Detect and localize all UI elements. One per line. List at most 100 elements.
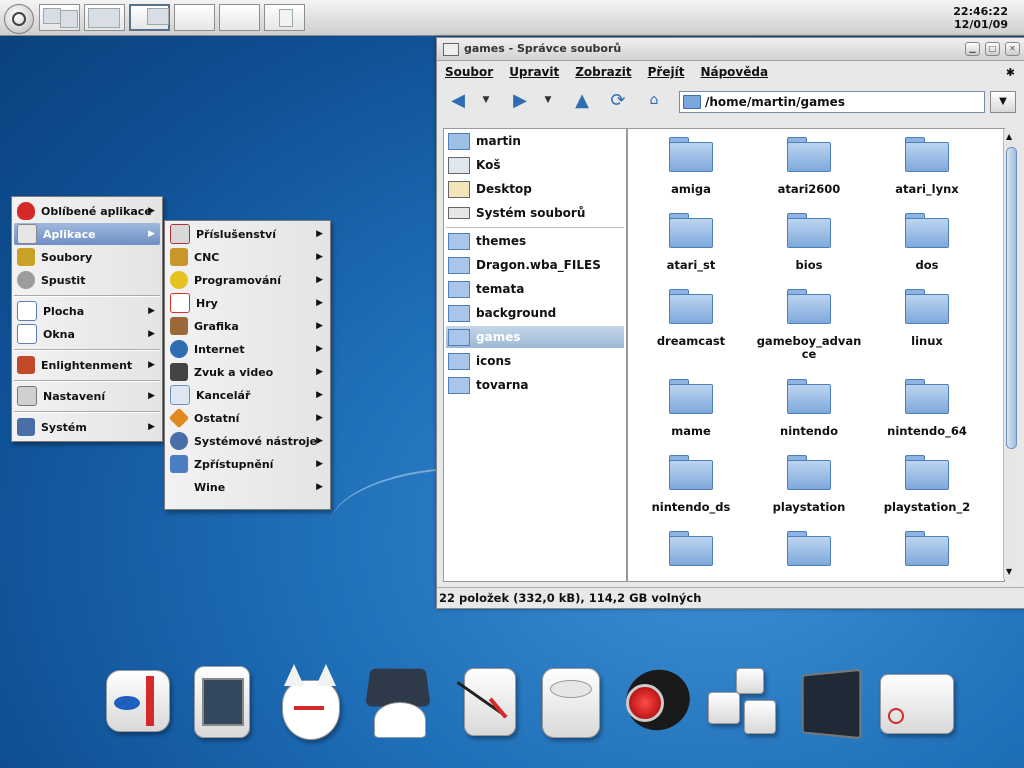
folder-icon	[905, 455, 949, 490]
up-button[interactable]: ▲	[569, 88, 595, 112]
menu-view[interactable]: Zobrazit	[567, 61, 639, 83]
file-item[interactable]: linux	[868, 289, 986, 361]
webcam-app-icon[interactable]	[617, 660, 699, 742]
file-item[interactable]: dos	[868, 213, 986, 285]
pager-desktop-6[interactable]	[264, 4, 305, 31]
file-item[interactable]: bios	[750, 213, 868, 285]
file-item[interactable]: amiga	[632, 137, 750, 209]
file-item[interactable]: gameboy_advance	[750, 289, 868, 361]
file-item[interactable]: atari_lynx	[868, 137, 986, 209]
menu-item-settings[interactable]: Nastavení ▶	[14, 385, 160, 407]
menu-go[interactable]: Přejít	[640, 61, 693, 83]
file-item[interactable]	[632, 531, 750, 581]
back-history-dropdown[interactable]: ▼	[479, 88, 493, 112]
terminal-app-icon[interactable]	[794, 662, 868, 742]
file-item[interactable]	[750, 531, 868, 581]
menu-item-windows[interactable]: Okna ▶	[14, 323, 160, 345]
side-item-tovarna[interactable]: tovarna	[446, 374, 624, 396]
pager-desktop-1[interactable]	[39, 4, 80, 31]
file-item[interactable]: dreamcast	[632, 289, 750, 361]
start-button[interactable]	[4, 4, 34, 34]
submenu-item-accessibility[interactable]: Zpřístupnění ▶	[167, 453, 328, 475]
submenu-item-sound-video[interactable]: Zvuk a video ▶	[167, 361, 328, 383]
minimize-button[interactable]: ▁	[965, 42, 980, 56]
submenu-item-cnc[interactable]: CNC ▶	[167, 246, 328, 268]
maximize-button[interactable]: □	[985, 42, 1000, 56]
side-item-games[interactable]: games	[446, 326, 624, 348]
pager-desktop-2[interactable]	[84, 4, 125, 31]
home-button[interactable]: ⌂	[641, 88, 667, 112]
media-player-app-icon[interactable]	[536, 662, 610, 742]
submenu-item-internet[interactable]: Internet ▶	[167, 338, 328, 360]
menu-item-favorites[interactable]: Oblíbené aplikace ▶	[14, 200, 160, 222]
drive-app-icon[interactable]	[880, 662, 954, 742]
desktop-folder-icon	[448, 180, 470, 198]
file-item[interactable]: atari_st	[632, 213, 750, 285]
submenu-item-system-tools[interactable]: Systémové nástroje ▶	[167, 430, 328, 452]
windows-icon	[17, 324, 37, 344]
icon-view-scrollbar[interactable]: ▲ ▼	[1003, 129, 1018, 579]
side-item-themes[interactable]: themes	[446, 230, 624, 252]
submenu-item-games[interactable]: Hry ▶	[167, 292, 328, 314]
submenu-item-graphics[interactable]: Grafika ▶	[167, 315, 328, 337]
fox-mask-app-icon[interactable]	[276, 662, 350, 742]
file-item[interactable]	[868, 531, 986, 581]
clock[interactable]: 22:46:22 12/01/09	[953, 5, 1008, 31]
scroll-up-arrow-icon[interactable]: ▲	[1006, 132, 1012, 141]
file-icon-view: amiga atari2600 atari_lynx atari_st bios…	[627, 128, 1005, 582]
side-item-martin[interactable]: martin	[446, 130, 624, 152]
side-item-desktop[interactable]: Desktop	[446, 178, 624, 200]
menu-item-files[interactable]: Soubory	[14, 246, 160, 268]
accessories-icon	[170, 224, 190, 244]
file-item[interactable]: playstation	[750, 455, 868, 527]
side-item-dragon[interactable]: Dragon.wba_FILES	[446, 254, 624, 276]
side-item-icons[interactable]: icons	[446, 350, 624, 372]
file-item[interactable]: atari2600	[750, 137, 868, 209]
menu-item-system[interactable]: Systém ▶	[14, 416, 160, 438]
file-item[interactable]: nintendo_ds	[632, 455, 750, 527]
submenu-item-office[interactable]: Kancelář ▶	[167, 384, 328, 406]
menu-edit[interactable]: Upravit	[501, 61, 567, 83]
clock-time: 22:46:22	[953, 5, 1008, 18]
window-menubar: Soubor Upravit Zobrazit Přejít Nápověda …	[437, 61, 1024, 83]
submenu-item-other[interactable]: Ostatní ▶	[167, 407, 328, 429]
menu-item-applications[interactable]: Aplikace ▶	[14, 223, 160, 245]
pie-lamp-app-icon[interactable]	[364, 662, 438, 742]
file-item[interactable]: nintendo_64	[868, 379, 986, 451]
cubes-app-icon[interactable]	[706, 662, 780, 742]
side-item-background[interactable]: background	[446, 302, 624, 324]
reload-button[interactable]: ⟳	[605, 88, 631, 112]
pager-desktop-4[interactable]	[174, 4, 215, 31]
clock-app-icon[interactable]	[452, 662, 526, 742]
menu-file[interactable]: Soubor	[437, 61, 501, 83]
forward-history-dropdown[interactable]: ▼	[541, 88, 555, 112]
pager-desktop-3[interactable]	[129, 4, 170, 31]
side-item-filesystem[interactable]: Systém souborů	[446, 202, 624, 224]
pager-desktop-5[interactable]	[219, 4, 260, 31]
enlightenment-icon	[17, 356, 35, 374]
menu-item-enlightenment[interactable]: Enlightenment ▶	[14, 354, 160, 376]
scroll-down-arrow-icon[interactable]: ▼	[1006, 567, 1012, 576]
submenu-item-wine[interactable]: Wine ▶	[167, 476, 328, 498]
menu-item-desktop[interactable]: Plocha ▶	[14, 300, 160, 322]
folder-icon	[448, 232, 470, 250]
location-bar[interactable]: /home/martin/games	[679, 91, 985, 113]
side-item-temata[interactable]: temata	[446, 278, 624, 300]
menu-help[interactable]: Nápověda	[692, 61, 776, 83]
back-button[interactable]: ◀	[445, 88, 471, 112]
file-item[interactable]: nintendo	[750, 379, 868, 451]
scanner-app-icon[interactable]	[102, 662, 176, 742]
window-titlebar[interactable]: games - Správce souborů ▁ □ ✕	[437, 38, 1024, 61]
menu-item-run[interactable]: Spustit	[14, 269, 160, 291]
file-item[interactable]: playstation_2	[868, 455, 986, 527]
monitor-app-icon[interactable]	[190, 662, 264, 742]
submenu-item-programming[interactable]: Programování ▶	[167, 269, 328, 291]
close-button[interactable]: ✕	[1005, 42, 1020, 56]
scrollbar-thumb[interactable]	[1006, 147, 1017, 449]
location-dropdown-button[interactable]: ▼	[990, 91, 1016, 113]
side-item-trash[interactable]: Koš	[446, 154, 624, 176]
office-icon	[170, 385, 190, 405]
file-item[interactable]: mame	[632, 379, 750, 451]
submenu-item-accessories[interactable]: Příslušenství ▶	[167, 223, 328, 245]
forward-button[interactable]: ▶	[507, 88, 533, 112]
